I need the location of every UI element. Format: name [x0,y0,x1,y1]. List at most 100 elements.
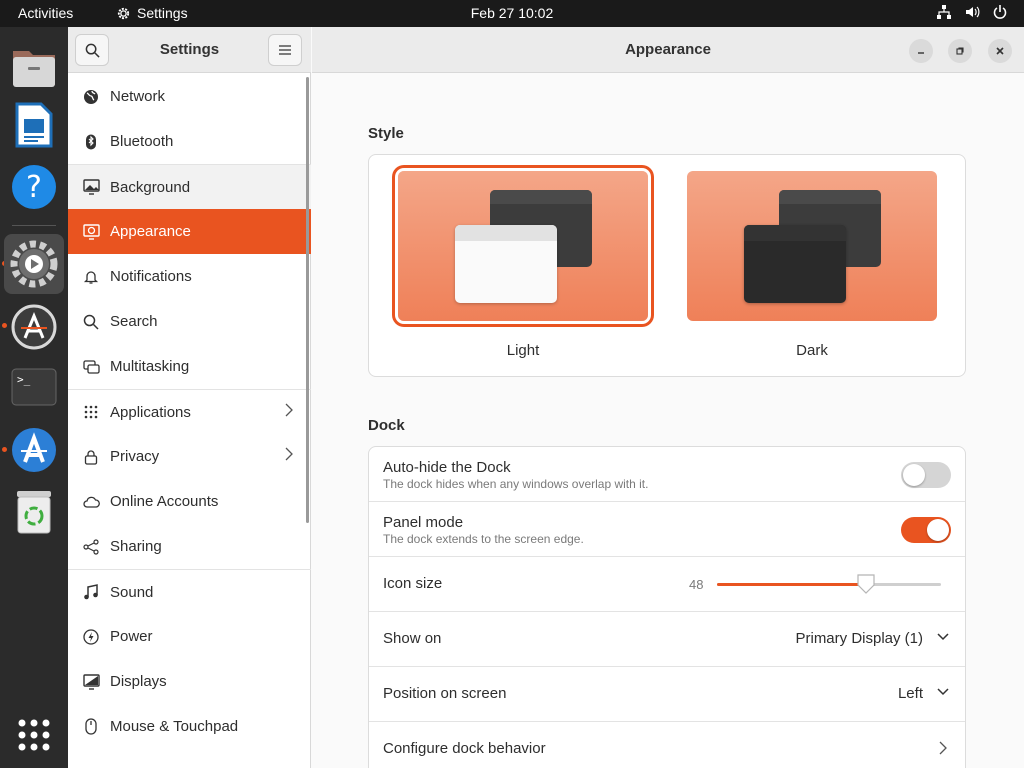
show-on-title: Show on [383,630,442,647]
search-icon [83,314,99,330]
close-button[interactable] [988,39,1012,63]
trash[interactable] [4,482,64,542]
gear-icon [10,240,58,288]
help[interactable]: ? [4,157,64,217]
main-menu-button[interactable] [268,34,302,66]
terminal[interactable]: >_ [4,357,64,417]
power-icon [993,5,1007,19]
libreoffice-writer[interactable] [4,95,64,155]
appearance-icon [82,223,100,240]
sidebar-item-applications[interactable]: Applications [68,390,311,434]
dock-section-title: Dock [368,417,405,434]
software-center[interactable] [4,420,64,480]
sidebar-item-privacy[interactable]: Privacy [68,434,311,479]
panel-mode-toggle[interactable] [901,517,951,543]
chevron-down-icon [937,633,949,641]
cloud-icon [82,496,100,508]
show-applications[interactable] [4,705,64,765]
trash-icon [17,491,51,534]
autohide-title: Auto-hide the Dock [383,459,511,476]
minimize-icon [918,52,924,54]
sidebar-item-sharing[interactable]: Sharing [68,524,311,569]
settings-window: Settings Network Bluetooth Background Ap… [68,27,1024,768]
sidebar-item-label: Sound [110,583,154,601]
power-icon [83,628,99,645]
sidebar-item-label: Displays [110,673,167,690]
software-updater[interactable] [4,297,64,357]
lock-icon [84,449,98,465]
music-icon [84,584,98,600]
dark-style-preview [687,171,937,321]
style-label-light: Light [506,342,540,359]
terminal-icon: >_ [11,368,57,406]
style-section-title: Style [368,125,404,142]
bell-icon [83,270,99,284]
display-icon [82,673,100,690]
icon-size-title: Icon size [383,575,443,592]
globe-icon [84,89,98,104]
sidebar-item-displays[interactable]: Displays [68,659,311,704]
help-icon: ? [12,165,56,209]
style-option-light[interactable]: Light [398,171,648,359]
sidebar-item-label: Privacy [110,448,160,465]
sidebar-item-label: Bluetooth [110,133,174,150]
icon-size-row: Icon size 48 [369,557,965,612]
files-app[interactable] [4,37,64,97]
sidebar-scrollbar[interactable] [306,77,309,523]
chevron-right-icon [939,741,947,755]
sidebar-item-background[interactable]: Background [68,165,311,209]
position-title: Position on screen [383,685,507,702]
close-icon [996,47,1004,55]
sidebar-header: Settings [68,27,311,73]
top-bar: Activities Settings Feb 27 10:02 [0,0,1024,27]
sidebar-item-multitasking[interactable]: Multitasking [68,344,311,389]
style-card: Light Dark [368,154,966,377]
sidebar: Settings Network Bluetooth Background Ap… [68,27,311,768]
system-tray[interactable] [936,4,1008,20]
icon-size-slider[interactable] [717,583,941,586]
style-option-dark[interactable]: Dark [687,171,937,359]
autohide-row[interactable]: Auto-hide the Dock The dock hides when a… [369,447,965,502]
sidebar-item-label: Notifications [110,268,192,285]
sidebar-item-label: Sharing [110,538,162,555]
sidebar-item-label: Network [110,88,166,105]
content-area: Style Light Dark Dock Auto-hide the Dock… [312,74,1024,768]
clock[interactable]: Feb 27 10:02 [0,5,1024,21]
sidebar-item-appearance[interactable]: Appearance [68,209,311,254]
panel-mode-subtitle: The dock extends to the screen edge. [383,532,584,546]
settings[interactable] [4,234,64,294]
grid-icon [84,405,98,419]
sidebar-item-search[interactable]: Search [68,299,311,344]
hamburger-icon [279,45,291,55]
updater-icon [11,304,57,350]
minimize-button[interactable] [909,39,933,63]
chevron-right-icon [285,403,293,417]
sidebar-item-mouse-touchpad[interactable]: Mouse & Touchpad [68,704,311,749]
multitasking-icon [82,359,100,374]
sidebar-item-label: Background [110,178,191,196]
configure-dock-row[interactable]: Configure dock behavior [369,722,965,768]
share-icon [83,538,99,555]
volume-icon [966,6,980,18]
sidebar-item-power[interactable]: Power [68,614,311,659]
light-style-preview [398,171,648,321]
slider-handle[interactable] [856,573,876,595]
position-row[interactable]: Position on screen Left [369,667,965,722]
sidebar-item-sound[interactable]: Sound [68,570,311,614]
autohide-toggle[interactable] [901,462,951,488]
mouse-icon [85,718,97,735]
maximize-button[interactable] [948,39,972,63]
sidebar-item-label: Power [110,628,153,645]
app-store-icon [12,428,56,472]
sidebar-item-bluetooth[interactable]: Bluetooth [68,119,311,164]
sidebar-item-online-accounts[interactable]: Online Accounts [68,479,311,524]
sidebar-item-notifications[interactable]: Notifications [68,254,311,299]
sidebar-item-label: Appearance [110,223,191,240]
sidebar-item-network[interactable]: Network [68,74,311,119]
document-icon [15,102,53,148]
panel-mode-row[interactable]: Panel mode The dock extends to the scree… [369,502,965,557]
show-on-row[interactable]: Show on Primary Display (1) [369,612,965,667]
panel-mode-title: Panel mode [383,514,464,531]
configure-dock-title: Configure dock behavior [383,740,546,757]
chevron-down-icon [937,688,949,696]
